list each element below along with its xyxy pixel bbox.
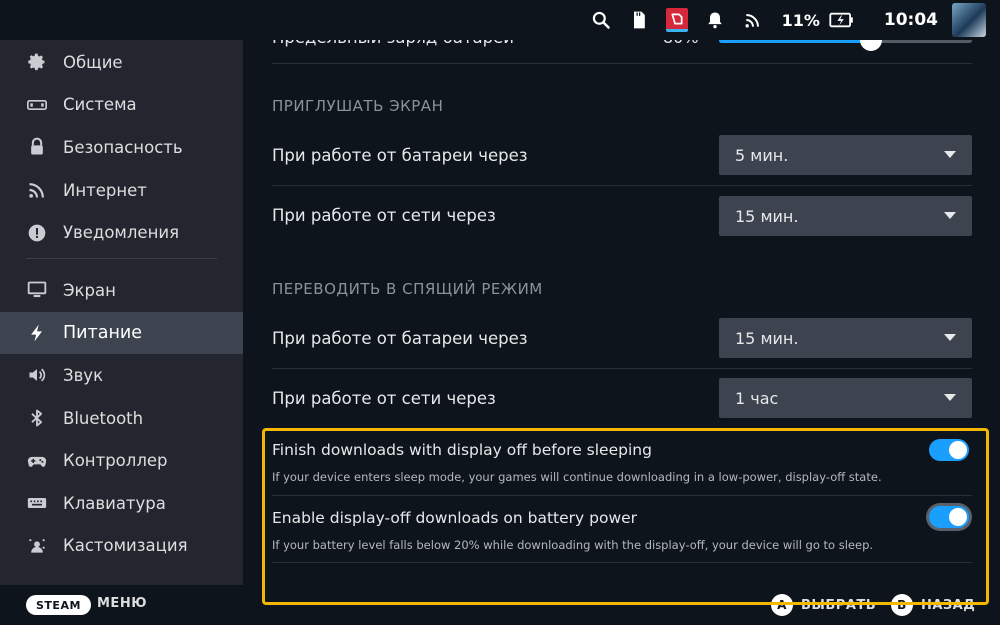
chevron-down-icon xyxy=(944,334,956,341)
dim-ac-label: При работе от сети через xyxy=(272,206,496,225)
sidebar-item-customization[interactable]: Кастомизация xyxy=(0,525,243,568)
sidebar-item-label: Bluetooth xyxy=(63,408,144,428)
monitor-icon xyxy=(26,279,48,301)
sidebar-item-display[interactable]: Экран xyxy=(0,269,243,312)
dropdown-value: 1 час xyxy=(735,388,779,408)
dim-battery-label: При работе от батареи через xyxy=(272,146,528,165)
search-icon[interactable] xyxy=(590,9,612,31)
bottom-bar: STEAM МЕНЮ A ВЫБРАТЬ B НАЗАД xyxy=(0,585,1000,625)
battery-downloads-toggle[interactable] xyxy=(929,506,969,528)
sidebar-item-keyboard[interactable]: Клавиатура xyxy=(0,482,243,525)
system-icon xyxy=(26,94,48,116)
clock: 10:04 xyxy=(883,10,938,30)
sleep-battery-dropdown[interactable]: 15 мин. xyxy=(719,318,972,358)
sidebar-item-internet[interactable]: Интернет xyxy=(0,169,243,212)
status-bar: 11% 10:04 xyxy=(0,0,1000,40)
finish-downloads-description: If your device enters sleep mode, your g… xyxy=(272,470,882,484)
section-title-dim: ПРИГЛУШАТЬ ЭКРАН xyxy=(272,97,444,115)
sd-card-icon[interactable] xyxy=(628,9,650,31)
sidebar-item-label: Контроллер xyxy=(63,451,168,471)
gear-icon xyxy=(26,51,48,73)
gamepad-icon xyxy=(26,450,48,472)
sleep-ac-dropdown[interactable]: 1 час xyxy=(719,378,972,418)
sidebar-item-security[interactable]: Безопасность xyxy=(0,126,243,169)
finish-downloads-label: Finish downloads with display off before… xyxy=(272,441,652,459)
battery-charging-icon[interactable] xyxy=(828,9,856,31)
back-label: НАЗАД xyxy=(921,597,976,613)
battery-downloads-label: Enable display-off downloads on battery … xyxy=(272,509,638,527)
sidebar-item-general[interactable]: Общие xyxy=(0,41,243,84)
sidebar-item-label: Питание xyxy=(63,322,143,343)
sidebar-item-sound[interactable]: Звук xyxy=(0,354,243,397)
sidebar-item-label: Безопасность xyxy=(63,137,183,157)
lightning-icon xyxy=(26,322,48,344)
chevron-down-icon xyxy=(944,212,956,219)
battery-percent: 11% xyxy=(781,10,820,30)
sidebar-item-notifications[interactable]: Уведомления xyxy=(0,211,243,254)
alert-icon xyxy=(26,222,48,244)
sidebar-item-label: Система xyxy=(63,95,137,115)
divider xyxy=(272,562,972,563)
sidebar-item-bluetooth[interactable]: Bluetooth xyxy=(0,397,243,440)
select-hint[interactable]: A ВЫБРАТЬ xyxy=(771,594,876,616)
settings-sidebar: Общие Система Безопасность Интернет Увед… xyxy=(0,40,243,585)
section-title-sleep: ПЕРЕВОДИТЬ В СПЯЩИЙ РЕЖИМ xyxy=(272,280,543,298)
dropdown-value: 5 мин. xyxy=(735,145,789,165)
menu-label: МЕНЮ xyxy=(97,596,147,611)
divider xyxy=(272,495,972,496)
lock-icon xyxy=(26,136,48,158)
b-button-icon: B xyxy=(891,594,913,616)
speaker-icon xyxy=(26,364,48,386)
bluetooth-icon xyxy=(26,407,48,429)
chevron-down-icon xyxy=(944,394,956,401)
keyboard-icon xyxy=(26,492,48,514)
toggle-knob xyxy=(949,508,967,526)
sidebar-item-label: Интернет xyxy=(63,180,147,200)
a-button-icon: A xyxy=(771,594,793,616)
toggle-knob xyxy=(949,441,967,459)
notifications-bell-icon[interactable] xyxy=(704,9,726,31)
sidebar-item-system[interactable]: Система xyxy=(0,84,243,127)
dim-ac-dropdown[interactable]: 15 мин. xyxy=(719,196,972,236)
customization-icon xyxy=(26,535,48,557)
sleep-ac-label: При работе от сети через xyxy=(272,389,496,408)
divider xyxy=(272,368,972,369)
sidebar-item-controller[interactable]: Контроллер xyxy=(0,439,243,482)
wifi-icon xyxy=(26,179,48,201)
dropdown-value: 15 мин. xyxy=(735,328,799,348)
finish-downloads-toggle[interactable] xyxy=(929,439,969,461)
sidebar-item-label: Звук xyxy=(63,365,104,385)
back-hint[interactable]: B НАЗАД xyxy=(891,594,975,616)
sidebar-item-label: Общие xyxy=(63,52,123,72)
sidebar-item-label: Кастомизация xyxy=(63,536,188,556)
battery-downloads-description: If your battery level falls below 20% wh… xyxy=(272,538,874,552)
dropdown-value: 15 мин. xyxy=(735,206,799,226)
dim-battery-dropdown[interactable]: 5 мин. xyxy=(719,135,972,175)
divider xyxy=(272,63,972,64)
wifi-icon[interactable] xyxy=(742,9,764,31)
downloads-icon[interactable] xyxy=(665,8,688,32)
sidebar-item-label: Клавиатура xyxy=(63,493,166,513)
steam-button[interactable]: STEAM xyxy=(26,595,91,615)
divider xyxy=(272,185,972,186)
avatar[interactable] xyxy=(952,3,986,37)
sidebar-divider xyxy=(26,257,217,259)
sleep-battery-label: При работе от батареи через xyxy=(272,329,528,348)
select-label: ВЫБРАТЬ xyxy=(801,597,877,613)
sidebar-item-label: Экран xyxy=(63,280,116,300)
chevron-down-icon xyxy=(944,151,956,158)
sidebar-item-label: Уведомления xyxy=(63,223,180,243)
sidebar-item-power[interactable]: Питание xyxy=(0,311,243,355)
power-settings-panel: Предельный заряд батареи 80% ПРИГЛУШАТЬ … xyxy=(243,0,1000,585)
